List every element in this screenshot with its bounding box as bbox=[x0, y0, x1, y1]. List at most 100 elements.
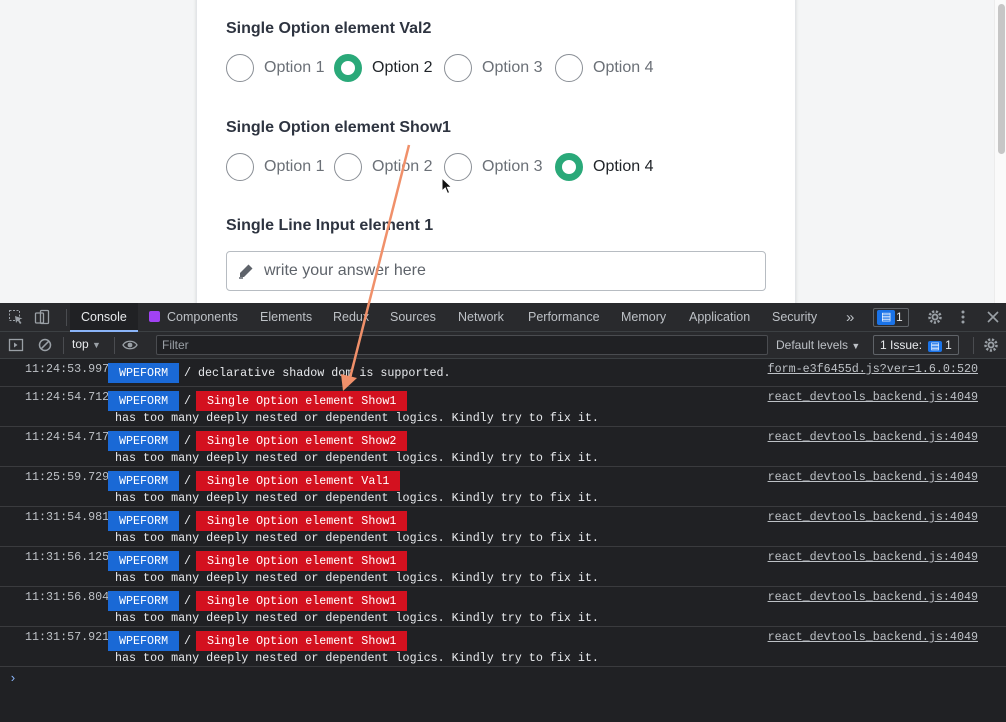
tab-performance[interactable]: Performance bbox=[528, 303, 600, 332]
path-separator: / bbox=[184, 514, 192, 528]
element-name-badge: Single Option element Show1 bbox=[196, 631, 408, 651]
more-options-icon[interactable] bbox=[955, 309, 971, 325]
console-entry: 11:24:54.712 WPEFORM / Single Option elemen… bbox=[0, 387, 1006, 427]
source-link[interactable]: react_devtools_backend.js:4049 bbox=[768, 510, 978, 524]
radio-button[interactable] bbox=[334, 153, 362, 181]
timestamp: 11:31:56.125 bbox=[25, 550, 110, 564]
settings-gear-icon[interactable] bbox=[927, 309, 943, 325]
source-link[interactable]: form-e3f6455d.js?ver=1.6.0:520 bbox=[768, 362, 978, 376]
log-levels-dropdown[interactable]: Default levels ▼ bbox=[776, 338, 860, 352]
radio-option[interactable]: Option 1 bbox=[226, 53, 324, 83]
message-count: 1 bbox=[896, 310, 903, 324]
react-icon bbox=[149, 311, 160, 322]
dropdown-arrow-icon: ▼ bbox=[851, 341, 861, 351]
live-expression-eye-icon[interactable] bbox=[122, 337, 138, 353]
path-separator: / bbox=[184, 474, 192, 488]
radio-option[interactable]: Option 4 bbox=[555, 53, 653, 83]
radio-option[interactable]: Option 1 bbox=[226, 152, 324, 182]
source-link[interactable]: react_devtools_backend.js:4049 bbox=[768, 430, 978, 444]
element-name-badge: Single Option element Show1 bbox=[196, 511, 408, 531]
source-link[interactable]: react_devtools_backend.js:4049 bbox=[768, 630, 978, 644]
clear-console-icon[interactable] bbox=[37, 337, 53, 353]
timestamp: 11:31:57.921 bbox=[25, 630, 110, 644]
log-message: has too many deeply nested or dependent … bbox=[115, 531, 599, 545]
path-separator: / bbox=[184, 634, 192, 648]
console-prompt[interactable]: › bbox=[9, 671, 17, 686]
source-link[interactable]: react_devtools_backend.js:4049 bbox=[768, 390, 978, 404]
toolbar-separator bbox=[63, 337, 64, 354]
radio-option[interactable]: Option 3 bbox=[444, 53, 542, 83]
toolbar-separator bbox=[973, 337, 974, 354]
mouse-cursor-icon bbox=[441, 177, 453, 195]
radio-button[interactable] bbox=[444, 54, 472, 82]
console-entry: 11:24:53.997 WPEFORM / declarative shado… bbox=[0, 359, 1006, 387]
device-toolbar-icon[interactable] bbox=[34, 309, 50, 325]
element-name-badge: Single Option element Show1 bbox=[196, 591, 408, 611]
tab-elements[interactable]: Elements bbox=[260, 303, 312, 332]
devtools-panel: Console Components Elements Redux Source… bbox=[0, 303, 1006, 722]
console-toolbar: top ▼ Filter Default levels ▼ 1 Issue: ▤… bbox=[0, 332, 1006, 359]
devtools-tabbar: Console Components Elements Redux Source… bbox=[0, 303, 1006, 332]
context-select[interactable]: top ▼ bbox=[72, 337, 101, 351]
radio-button[interactable] bbox=[226, 54, 254, 82]
radio-option-selected[interactable]: Option 2 bbox=[334, 53, 432, 83]
dropdown-arrow-icon: ▼ bbox=[92, 340, 101, 350]
log-message: has too many deeply nested or dependent … bbox=[115, 491, 599, 505]
wpeform-tag: WPEFORM bbox=[108, 471, 180, 491]
radio-button[interactable] bbox=[555, 54, 583, 82]
source-link[interactable]: react_devtools_backend.js:4049 bbox=[768, 590, 978, 604]
timestamp: 11:24:53.997 bbox=[25, 362, 110, 376]
console-entry: 11:25:59.729 WPEFORM / Single Option elemen… bbox=[0, 467, 1006, 507]
scrollbar-thumb[interactable] bbox=[998, 4, 1005, 154]
tab-memory[interactable]: Memory bbox=[621, 303, 666, 332]
radio-option[interactable]: Option 2 bbox=[334, 152, 432, 182]
log-message: has too many deeply nested or dependent … bbox=[115, 611, 599, 625]
issues-count: 1 bbox=[945, 338, 952, 352]
element-name-badge: Single Option element Val1 bbox=[196, 471, 401, 491]
wpeform-tag: WPEFORM bbox=[108, 511, 180, 531]
source-link[interactable]: react_devtools_backend.js:4049 bbox=[768, 550, 978, 564]
tab-redux[interactable]: Redux bbox=[333, 303, 369, 332]
timestamp: 11:24:54.712 bbox=[25, 390, 110, 404]
context-value: top bbox=[72, 337, 89, 351]
tab-security[interactable]: Security bbox=[772, 303, 817, 332]
log-message: / declarative shadow dom is supported. bbox=[184, 366, 451, 380]
wpeform-tag: WPEFORM bbox=[108, 431, 180, 451]
filter-input[interactable]: Filter bbox=[156, 335, 768, 355]
sidebar-toggle-icon[interactable] bbox=[8, 337, 24, 353]
timestamp: 11:31:56.804 bbox=[25, 590, 110, 604]
more-tabs-icon[interactable]: » bbox=[846, 303, 854, 332]
console-entry: 11:24:54.717 WPEFORM / Single Option elemen… bbox=[0, 427, 1006, 467]
input-placeholder: write your answer here bbox=[264, 262, 426, 279]
path-separator: / bbox=[184, 434, 192, 448]
radio-button-checked[interactable] bbox=[555, 153, 583, 181]
close-icon[interactable] bbox=[985, 309, 1001, 325]
wpeform-tag: WPEFORM bbox=[108, 631, 180, 651]
path-separator: / bbox=[184, 554, 192, 568]
page-scrollbar[interactable] bbox=[994, 0, 1006, 303]
tab-sources[interactable]: Sources bbox=[390, 303, 436, 332]
console-settings-gear-icon[interactable] bbox=[983, 337, 999, 353]
source-link[interactable]: react_devtools_backend.js:4049 bbox=[768, 470, 978, 484]
inspect-element-icon[interactable] bbox=[8, 309, 24, 325]
wpeform-tag: WPEFORM bbox=[108, 391, 180, 411]
messages-counter[interactable]: ▤ 1 bbox=[873, 308, 909, 327]
tab-components[interactable]: Components bbox=[149, 303, 238, 332]
radio-option-selected[interactable]: Option 4 bbox=[555, 152, 653, 182]
element-name-badge: Single Option element Show1 bbox=[196, 391, 408, 411]
field-title-val2: Single Option element Val2 bbox=[226, 20, 432, 37]
tab-console[interactable]: Console bbox=[70, 303, 138, 332]
log-message: has too many deeply nested or dependent … bbox=[115, 571, 599, 585]
web-page: Single Option element Val2 Option 1 Opti… bbox=[0, 0, 1006, 303]
tab-components-label: Components bbox=[167, 310, 238, 324]
tab-application[interactable]: Application bbox=[689, 303, 750, 332]
issue-icon: ▤ bbox=[928, 341, 942, 352]
radio-option[interactable]: Option 3 bbox=[444, 152, 542, 182]
radio-button[interactable] bbox=[226, 153, 254, 181]
tab-network[interactable]: Network bbox=[458, 303, 504, 332]
wpeform-tag: WPEFORM bbox=[108, 591, 180, 611]
answer-input[interactable]: write your answer here bbox=[226, 251, 766, 291]
console-entry: 11:31:57.921 WPEFORM / Single Option elemen… bbox=[0, 627, 1006, 667]
radio-button-checked[interactable] bbox=[334, 54, 362, 82]
issues-button[interactable]: 1 Issue: ▤ 1 bbox=[873, 335, 959, 355]
